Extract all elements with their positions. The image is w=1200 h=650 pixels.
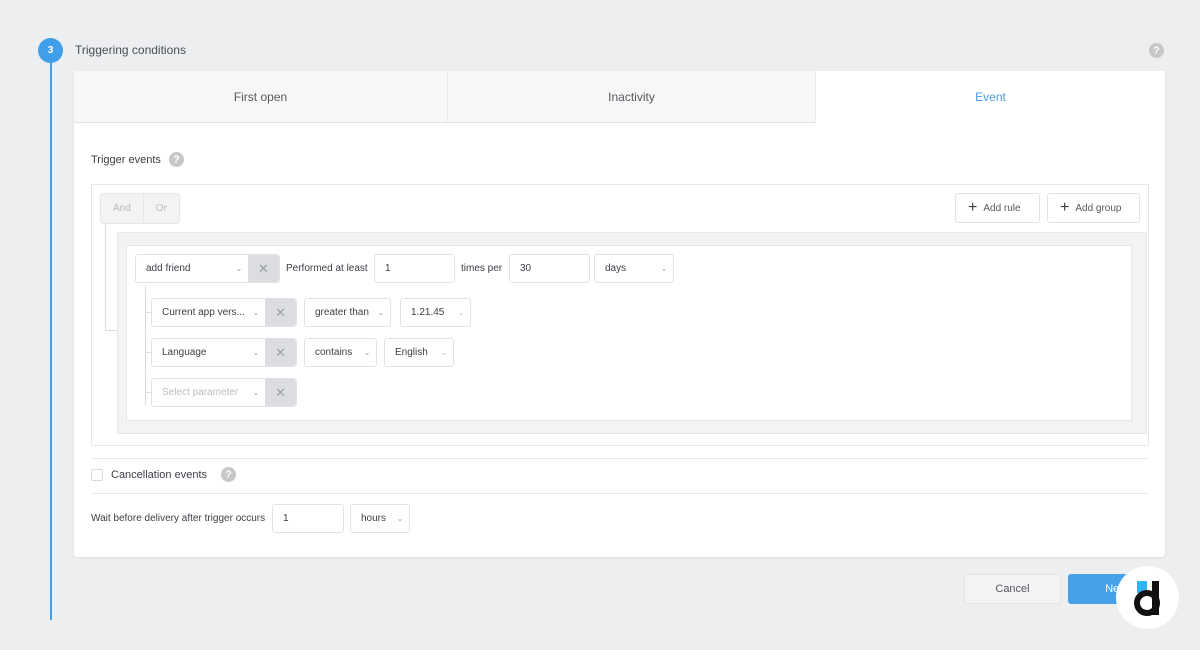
operator-select[interactable]: contains ⌄ — [304, 338, 377, 367]
performed-label: Performed at least — [286, 263, 368, 274]
cancellation-events-checkbox[interactable] — [91, 468, 103, 481]
operator-value: greater than — [315, 307, 369, 318]
tree-connector — [105, 330, 117, 331]
select-parameter-placeholder: Select parameter — [162, 387, 239, 398]
remove-parameter-icon[interactable]: ✕ — [265, 379, 296, 406]
times-per-label: times per — [461, 263, 503, 274]
select-parameter-dropdown[interactable]: Select parameter ⌄ ✕ — [151, 378, 297, 407]
parameter-value: Current app vers... — [162, 307, 245, 318]
divider — [91, 458, 1149, 459]
add-rule-label: Add rule — [983, 202, 1021, 214]
chevron-down-icon: ⌄ — [440, 348, 448, 357]
help-icon[interactable]: ? — [168, 152, 184, 167]
wait-value-input[interactable]: 1 — [272, 504, 344, 533]
section-title: Triggering conditions — [75, 43, 186, 57]
remove-parameter-icon[interactable]: ✕ — [265, 299, 296, 326]
param-value: English — [395, 347, 428, 358]
brand-logo — [1116, 566, 1179, 629]
trigger-events-heading: Trigger events ? — [91, 152, 184, 167]
period-input[interactable]: 30 — [509, 254, 590, 283]
chevron-down-icon: ⌄ — [396, 514, 404, 523]
operator-value: contains — [315, 347, 353, 358]
period-value: 30 — [520, 263, 532, 274]
remove-event-icon[interactable]: ✕ — [248, 255, 279, 282]
plus-icon: + — [968, 199, 978, 216]
chevron-down-icon: ⌄ — [235, 264, 243, 273]
count-value: 1 — [385, 263, 391, 274]
trigger-events-label: Trigger events — [91, 153, 161, 166]
wait-value: 1 — [283, 513, 289, 524]
divider — [91, 493, 1149, 494]
tree-connector — [145, 285, 146, 405]
wait-unit-value: hours — [361, 513, 387, 524]
tab-event[interactable]: Event — [815, 71, 1165, 123]
period-unit-value: days — [605, 263, 627, 274]
add-group-label: Add group — [1075, 202, 1122, 214]
parameter-select[interactable]: Language ⌄ ✕ — [151, 338, 297, 367]
parameter-value: Language — [162, 347, 207, 358]
logic-toggle: And Or — [100, 193, 180, 224]
count-input[interactable]: 1 — [374, 254, 455, 283]
wait-unit-select[interactable]: hours ⌄ — [350, 504, 410, 533]
param-value: 1.21.45 — [411, 307, 445, 318]
rule-group: add friend ⌄ ✕ Performed at least 1 time… — [117, 232, 1147, 434]
chevron-down-icon: ⌄ — [363, 348, 371, 357]
value-select[interactable]: English ⌄ — [384, 338, 454, 367]
cancellation-events-label: Cancellation events — [111, 468, 208, 481]
plus-icon: + — [1060, 199, 1070, 216]
logic-and-button[interactable]: And — [101, 194, 143, 223]
wait-label: Wait before delivery after trigger occur… — [91, 513, 266, 524]
trigger-conditions-card: First open Inactivity Event Trigger even… — [74, 71, 1165, 557]
chevron-down-icon: ⌄ — [252, 308, 260, 317]
chevron-down-icon: ⌄ — [377, 308, 385, 317]
help-icon[interactable]: ? — [221, 467, 237, 482]
add-group-button[interactable]: + Add group — [1047, 193, 1140, 223]
period-unit-select[interactable]: days ⌄ — [594, 254, 674, 283]
devtodev-logo-icon — [1133, 580, 1160, 616]
trigger-events-builder: And Or + Add rule + Add group add friend… — [91, 184, 1149, 446]
parameter-select[interactable]: Current app vers... ⌄ ✕ — [151, 298, 297, 327]
trigger-type-tabs: First open Inactivity Event — [74, 71, 1165, 123]
tab-first-open[interactable]: First open — [74, 71, 447, 123]
event-rule: add friend ⌄ ✕ Performed at least 1 time… — [126, 245, 1132, 421]
logic-or-button[interactable]: Or — [142, 194, 179, 223]
event-value: add friend — [146, 263, 191, 274]
step-number-badge: 3 — [38, 38, 63, 63]
chevron-down-icon: ⌄ — [252, 348, 260, 357]
add-rule-button[interactable]: + Add rule — [955, 193, 1040, 223]
step-timeline-line — [50, 60, 52, 620]
chevron-down-icon: ⌄ — [457, 308, 465, 317]
cancellation-events-row: Cancellation events ? — [91, 467, 237, 482]
event-select[interactable]: add friend ⌄ ✕ — [135, 254, 280, 283]
chevron-down-icon: ⌄ — [252, 388, 260, 397]
chevron-down-icon: ⌄ — [660, 264, 668, 273]
cancel-button[interactable]: Cancel — [964, 574, 1061, 604]
help-icon[interactable]: ? — [1149, 43, 1164, 58]
tree-connector — [105, 224, 106, 330]
remove-parameter-icon[interactable]: ✕ — [265, 339, 296, 366]
operator-select[interactable]: greater than ⌄ — [304, 298, 391, 327]
value-select[interactable]: 1.21.45 ⌄ — [400, 298, 471, 327]
tab-inactivity[interactable]: Inactivity — [447, 71, 815, 123]
